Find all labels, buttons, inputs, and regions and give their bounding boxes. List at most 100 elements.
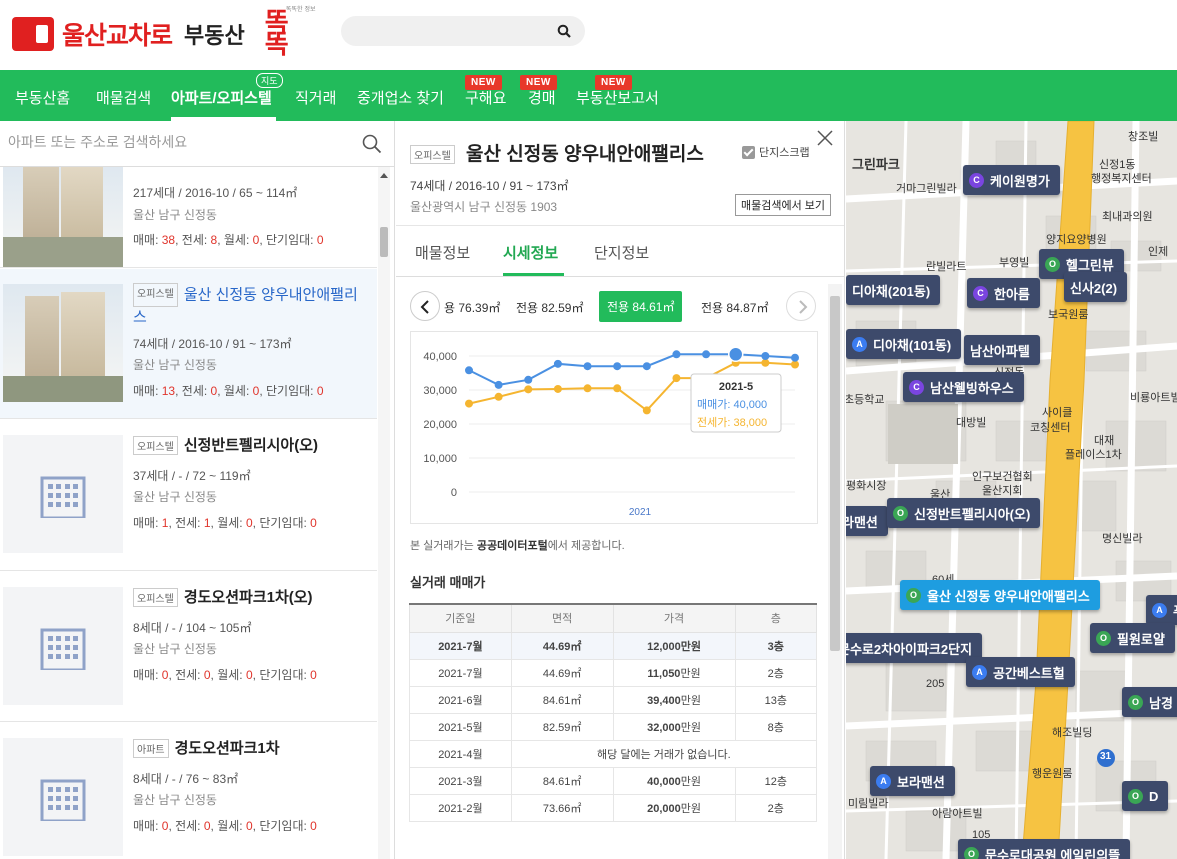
map-marker[interactable]: 디아채(201동) [846,275,941,305]
data-point[interactable] [465,366,473,375]
map-marker[interactable]: O 남경 [1122,687,1177,717]
map-view[interactable]: 창조빌 그린파크 거마그린빌라 신정1동 행정복지센터 최내과의원 양지요양병원… [846,121,1177,859]
map-place-label: 창조빌 [1128,131,1159,143]
cell-area: 44.69㎡ [510,631,614,660]
data-point[interactable] [791,360,799,369]
nav-item-apartment[interactable]: 아파트/오피스텔 [171,87,272,108]
cell-date: 2021-6월 [409,685,512,714]
nav-item-auction[interactable]: 경매 NEW [520,75,557,108]
apartment-a-icon: A [876,773,891,789]
list-scrollbar[interactable] [378,167,390,859]
nav-item-agency[interactable]: 중개업소 찾기 [357,87,444,108]
scroll-up-icon[interactable] [380,173,388,178]
close-icon[interactable] [816,129,834,147]
data-point[interactable] [553,384,562,393]
area-option[interactable]: 전용 84.87㎡ [701,299,768,316]
area-option-selected[interactable]: 전용 84.61㎡ [599,291,683,322]
data-point[interactable] [553,359,562,368]
data-point[interactable] [524,385,533,394]
map-place-label: 인제 [1148,246,1169,258]
map-marker[interactable]: A 보라맨션 [870,766,955,796]
data-point[interactable] [642,406,651,415]
area-option[interactable]: 전용 82.59㎡ [516,299,583,316]
map-marker[interactable]: A 공간베스트헐 [966,657,1075,687]
map-marker[interactable]: A 디아채(101동) [846,329,962,359]
list-item-selected[interactable]: 오피스텔 울산 신정동 양우내안애팰리스 74세대 / 2016-10 / 91 … [0,269,377,419]
map-marker[interactable]: A푸 [1146,595,1177,625]
map-marker[interactable]: C 한아름 [967,278,1040,308]
tab-price-info[interactable]: 시세정보 [503,242,558,263]
data-point[interactable] [465,399,473,408]
map-marker[interactable]: 문수로2차아이파크2단지 [846,633,983,663]
item-title[interactable]: 경도오션파크1차(오) [184,589,313,606]
data-point[interactable] [761,352,770,360]
search-icon[interactable] [557,24,571,38]
data-point[interactable] [583,384,592,393]
data-point[interactable] [702,350,711,359]
site-logo[interactable]: 울산교차로 부동산 똑똑 [12,8,299,60]
item-trade-counts: 매매: 1, 전세: 1, 월세: 0, 단기임대: 0 [133,516,317,530]
map-marker[interactable]: C 남산웰빙하우스 [903,372,1024,402]
search-icon[interactable] [362,134,382,154]
data-point[interactable] [791,353,799,362]
map-marker[interactable]: 신사2(2) [1064,272,1128,302]
item-title[interactable]: 경도오션파크1차 [175,740,280,757]
scrollbar-thumb[interactable] [380,227,388,257]
data-point[interactable] [642,362,651,371]
table-row: 2021-7월 44.69㎡ 11,050만원 2층 [409,658,818,687]
scrollbar-thumb[interactable] [830,296,840,651]
detail-scrollbar[interactable] [828,284,842,859]
map-marker[interactable]: OD [1122,781,1169,811]
list-item[interactable]: 217세대 / 2016-10 / 65 ~ 114㎡ 울산 남구 신정동 매매… [0,167,377,268]
item-title[interactable]: 신정반트펠리시아(오) [184,437,318,454]
data-point[interactable] [672,374,681,383]
map-marker[interactable]: O 필원로얄 [1090,623,1175,653]
data-point[interactable] [613,384,622,393]
y-tick-label: 10,000 [423,453,457,465]
data-point[interactable] [494,380,503,389]
list-item[interactable]: 오피스텔 경도오션파크1차(오) 8세대 / - / 104 ~ 105㎡ 울산 … [0,572,377,722]
tab-listing-info[interactable]: 매물정보 [415,242,470,263]
nav-item-wanted[interactable]: 구해요 NEW [465,75,506,108]
column-header: 층 [734,603,818,633]
map-marker[interactable]: 남산아파텔 [964,335,1040,365]
map-place-label: 해조빌딩 [1052,727,1093,739]
nav-item-home[interactable]: 부동산홈 [15,87,70,108]
complex-list-panel: 217세대 / 2016-10 / 65 ~ 114㎡ 울산 남구 신정동 매매… [0,121,395,859]
detail-address: 울산광역시 남구 신정동 1903 [410,200,558,214]
data-point[interactable] [583,362,592,371]
area-option[interactable]: 용 76.39㎡ [444,299,500,316]
map-marker[interactable]: C 케이원명가 [963,165,1060,195]
tab-active-underline [503,273,564,276]
scrap-checkbox[interactable]: 단지스크랩 [742,144,810,160]
nav-item-report[interactable]: 부동산보고서 NEW [576,75,659,108]
map-place-label: 사이클 [1042,407,1073,419]
logo-ddd-text: 똑똑 [264,8,289,60]
map-marker[interactable]: O 신정반트펠리시아(오) [887,498,1041,528]
map-marker-selected[interactable]: O 울산 신정동 양우내안애팰리스 [900,580,1100,610]
column-header: 가격 [612,603,736,633]
map-marker[interactable]: O 문수로대공원 에일린의뜰 [958,839,1131,859]
data-point[interactable] [613,362,622,371]
data-point[interactable] [494,392,503,401]
new-badge: NEW [520,75,557,90]
logo-main-text: 울산교차로 [62,21,173,50]
complex-search-input[interactable] [8,134,348,150]
item-meta: 37세대 / - / 72 ~ 119㎡ [133,469,251,483]
top-search-box[interactable] [341,16,585,46]
cell-area: 84.61㎡ [510,685,614,714]
officetel-o-icon: O [1128,694,1143,710]
list-item[interactable]: 오피스텔 신정반트펠리시아(오) 37세대 / - / 72 ~ 119㎡ 울산 … [0,420,377,571]
data-point[interactable] [524,375,533,384]
tab-complex-info[interactable]: 단지정보 [594,242,649,263]
nav-item-listing-search[interactable]: 매물검색 [96,87,151,108]
map-marker[interactable]: 라맨션 [846,506,888,536]
map-place-label: 행운원룸 [1032,768,1073,780]
nav-item-direct-deal[interactable]: 직거래 [295,87,336,108]
data-point[interactable] [672,350,681,359]
prev-area-button[interactable] [410,291,440,321]
next-area-button[interactable] [786,291,816,321]
list-item[interactable]: 아파트 경도오션파크1차 8세대 / - / 76 ~ 83㎡ 울산 남구 신정동… [0,723,377,859]
view-in-listing-search-button[interactable]: 매물검색에서 보기 [735,194,832,216]
hover-point[interactable] [727,346,744,363]
